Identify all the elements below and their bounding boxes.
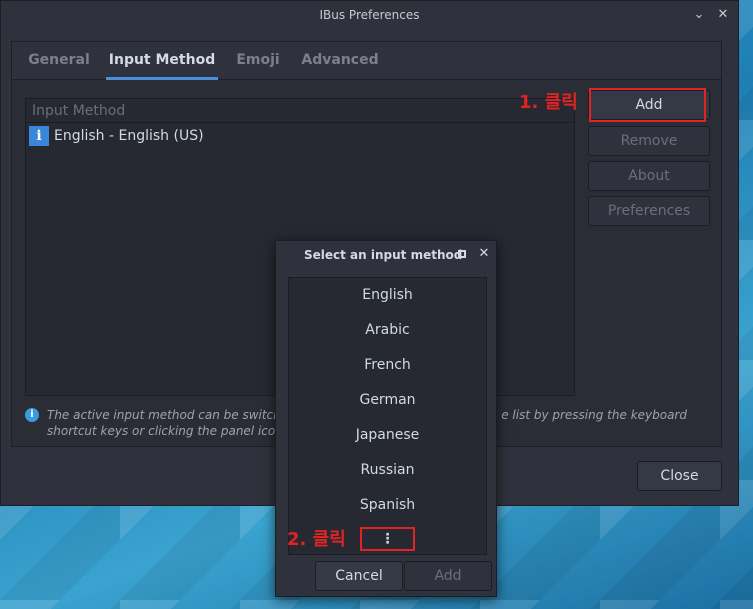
list-item[interactable]: English [289, 278, 486, 313]
list-item[interactable]: Spanish [289, 488, 486, 523]
tab-bar: General Input Method Emoji Advanced [12, 42, 721, 80]
dialog-close-icon[interactable]: ✕ [477, 247, 491, 261]
close-icon[interactable]: ✕ [715, 7, 731, 23]
info-icon: i [29, 126, 49, 146]
window-title: IBus Preferences [319, 8, 420, 22]
hint-text-left: The active input method can be switched … [47, 408, 307, 422]
more-options-icon[interactable]: ⋮ [360, 527, 415, 551]
about-button[interactable]: About [588, 161, 710, 191]
step1-annotation: 1. 클릭 [519, 92, 578, 113]
list-item[interactable]: French [289, 348, 486, 383]
list-item-label: English - English (US) [54, 128, 204, 144]
preferences-button[interactable]: Preferences [588, 196, 710, 226]
tab-emoji[interactable]: Emoji [230, 42, 286, 80]
minimize-icon[interactable]: ⌄ [691, 7, 707, 23]
list-header: Input Method [26, 99, 574, 123]
list-item[interactable]: Arabic [289, 313, 486, 348]
hint-text-right: e list by pressing the keyboard [501, 408, 687, 422]
tab-advanced[interactable]: Advanced [298, 42, 382, 80]
step2-annotation: 2. 클릭 [287, 529, 346, 550]
dialog-add-button[interactable]: Add [404, 561, 492, 591]
list-item[interactable]: i English - English (US) [26, 123, 574, 149]
language-list[interactable]: English Arabic French German Japanese Ru… [288, 277, 487, 555]
list-item[interactable]: Russian [289, 453, 486, 488]
maximize-icon[interactable] [455, 247, 469, 261]
add-button-highlight [589, 88, 706, 122]
list-item[interactable]: Japanese [289, 418, 486, 453]
info-circle-icon: i [25, 408, 39, 422]
close-button[interactable]: Close [637, 461, 722, 491]
tab-general[interactable]: General [22, 42, 96, 80]
tab-input-method[interactable]: Input Method [106, 42, 218, 80]
remove-button[interactable]: Remove [588, 126, 710, 156]
cancel-button[interactable]: Cancel [315, 561, 403, 591]
list-item[interactable]: German [289, 383, 486, 418]
